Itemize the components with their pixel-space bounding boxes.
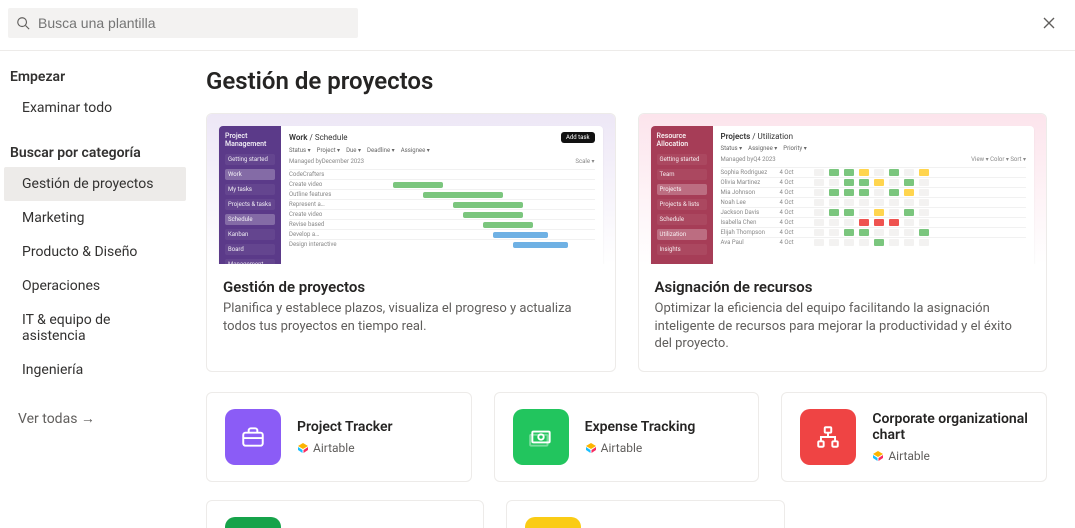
- template-source: Airtable: [872, 449, 1028, 463]
- search-bar[interactable]: [8, 8, 358, 38]
- sidebar-see-all[interactable]: Ver todas →: [0, 401, 190, 436]
- close-button[interactable]: [1035, 9, 1063, 37]
- money-icon: [513, 409, 569, 465]
- sidebar-item-it-support[interactable]: IT & equipo de asistencia: [4, 303, 186, 353]
- template-card-project-tracker[interactable]: Project Tracker Airtable: [206, 392, 472, 482]
- featured-card-resource-allocation[interactable]: Resource Allocation Getting started Team…: [638, 113, 1048, 372]
- featured-title: Asignación de recursos: [655, 278, 1031, 296]
- sidebar-item-operations[interactable]: Operaciones: [4, 269, 186, 303]
- featured-desc: Planifica y establece plazos, visualiza …: [223, 300, 599, 335]
- featured-title: Gestión de proyectos: [223, 278, 599, 296]
- briefcase-icon: [225, 409, 281, 465]
- airtable-icon: [585, 442, 597, 454]
- template-title: Expense Tracking: [585, 419, 696, 435]
- featured-preview: Resource Allocation Getting started Team…: [639, 114, 1047, 264]
- search-icon: [16, 16, 30, 30]
- featured-desc: Optimizar la eficiencia del equipo facil…: [655, 300, 1031, 353]
- page-title: Gestión de proyectos: [206, 67, 1047, 95]
- close-icon: [1042, 16, 1056, 30]
- sidebar-item-browse-all[interactable]: Examinar todo: [4, 91, 186, 125]
- template-card-bug-tracker[interactable]: Bug Tracker Airtable: [506, 500, 784, 528]
- airtable-icon: [297, 442, 309, 454]
- featured-card-project-management[interactable]: Project Management Getting started Work …: [206, 113, 616, 372]
- template-card-vendor-management[interactable]: Vendor Management Airtable: [206, 500, 484, 528]
- airtable-icon: [872, 450, 884, 462]
- sidebar-item-product-design[interactable]: Producto & Diseño: [4, 235, 186, 269]
- sidebar-item-engineering[interactable]: Ingeniería: [4, 353, 186, 387]
- featured-preview: Project Management Getting started Work …: [207, 114, 615, 264]
- bug-icon: [525, 517, 581, 528]
- sidebar-heading-start: Empezar: [0, 63, 190, 91]
- template-source: Airtable: [585, 441, 696, 455]
- template-title: Project Tracker: [297, 419, 393, 435]
- sidebar-item-marketing[interactable]: Marketing: [4, 201, 186, 235]
- template-source: Airtable: [297, 441, 393, 455]
- template-card-expense-tracking[interactable]: Expense Tracking Airtable: [494, 392, 760, 482]
- search-input[interactable]: [38, 15, 350, 31]
- sidebar: Empezar Examinar todo Buscar por categor…: [0, 51, 190, 528]
- org-chart-icon: [800, 409, 856, 465]
- main-content: Gestión de proyectos Project Management …: [190, 51, 1075, 528]
- sidebar-heading-category: Buscar por categoría: [0, 139, 190, 167]
- template-card-org-chart[interactable]: Corporate organizational chart Airtable: [781, 392, 1047, 482]
- truck-icon: [225, 517, 281, 528]
- template-title: Corporate organizational chart: [872, 411, 1028, 443]
- sidebar-item-project-management[interactable]: Gestión de proyectos: [4, 167, 186, 201]
